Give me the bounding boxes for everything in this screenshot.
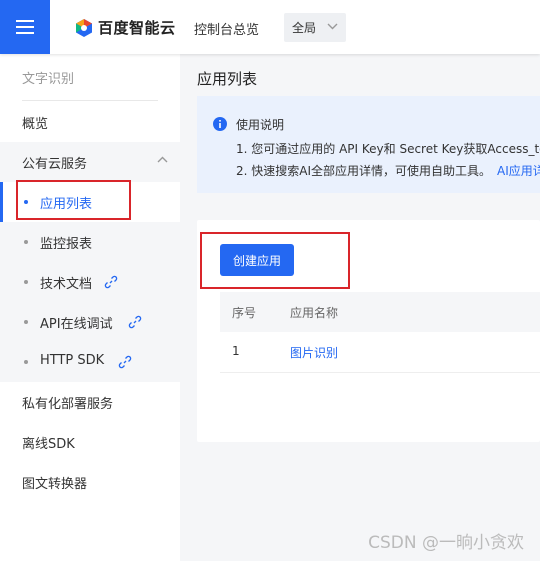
bullet-icon <box>24 280 28 284</box>
notice-line: 2. 快速搜索AI全部应用详情，可使用自助工具。 AI应用详 <box>236 162 540 179</box>
info-icon <box>213 117 227 131</box>
sidebar-item-private-deploy[interactable]: 私有化部署服务 <box>0 382 180 422</box>
sidebar-item-monitoring[interactable]: 监控报表 <box>0 222 180 262</box>
table-cell-index: 1 <box>232 344 240 358</box>
brand-name: 百度智能云 <box>98 19 176 37</box>
sidebar-item-converter[interactable]: 图文转换器 <box>0 462 180 502</box>
bullet-icon <box>24 320 28 324</box>
notice-line-text: 2. 快速搜索AI全部应用详情，可使用自助工具。 <box>236 164 492 178</box>
brand-logo[interactable]: 百度智能云 <box>74 17 176 38</box>
sidebar-item-label: 监控报表 <box>40 237 93 252</box>
sidebar-item-label: 技术文档 <box>40 277 93 292</box>
console-overview-link[interactable]: 控制台总览 <box>194 19 259 38</box>
sidebar-item-label: 图文转换器 <box>22 477 88 492</box>
bullet-icon <box>24 360 28 364</box>
sidebar-title: 文字识别 <box>22 72 75 87</box>
sidebar-item-offline-sdk[interactable]: 离线SDK <box>0 422 180 462</box>
sidebar-item-label: 私有化部署服务 <box>22 397 114 412</box>
notice-title: 使用说明 <box>236 118 285 132</box>
sidebar-item-label: 公有云服务 <box>22 157 88 172</box>
chevron-down-icon <box>327 23 338 30</box>
highlight-box-create-app <box>200 232 350 289</box>
main-content: 应用列表 使用说明 1. 您可通过应用的 API Key和 Secret Key… <box>180 54 540 561</box>
sidebar-item-http-sdk[interactable]: HTTP SDK <box>0 342 180 382</box>
page-title: 应用列表 <box>197 70 258 88</box>
chevron-up-icon <box>157 156 168 163</box>
sidebar: 文字识别 概览 公有云服务 应用列表 监控报表 技术文档 API在线调试 HTT… <box>0 54 180 561</box>
ai-app-details-link[interactable]: AI应用详 <box>497 164 540 178</box>
table-header: 序号 应用名称 <box>220 292 540 332</box>
region-select[interactable]: 全局 <box>284 13 346 42</box>
notice-line: 1. 您可通过应用的 API Key和 Secret Key获取Access_t… <box>236 142 540 156</box>
sidebar-item-tech-docs[interactable]: 技术文档 <box>0 262 180 302</box>
csdn-watermark: CSDN @一晌小贪欢 <box>368 533 524 553</box>
sidebar-item-public-cloud[interactable]: 公有云服务 <box>0 142 180 182</box>
highlight-box-app-list <box>16 180 131 220</box>
sidebar-item-label: 离线SDK <box>22 437 75 452</box>
external-link-icon <box>118 355 132 369</box>
sidebar-divider <box>22 100 158 101</box>
app-list-panel: 创建应用 序号 应用名称 1 图片识别 <box>197 220 540 442</box>
top-bar: 百度智能云 控制台总览 全局 <box>0 0 540 54</box>
table-row: 1 图片识别 <box>220 332 540 373</box>
region-select-value: 全局 <box>292 21 317 35</box>
column-header-app-name: 应用名称 <box>290 306 339 320</box>
sidebar-item-overview[interactable]: 概览 <box>0 102 180 142</box>
hamburger-icon <box>16 20 34 34</box>
bullet-icon <box>24 240 28 244</box>
sidebar-item-label: API在线调试 <box>40 317 113 332</box>
active-indicator <box>0 182 3 222</box>
sidebar-item-label: 概览 <box>22 117 49 132</box>
external-link-icon <box>104 275 118 289</box>
table-cell-app-name-link[interactable]: 图片识别 <box>290 344 338 361</box>
menu-button[interactable] <box>0 0 50 54</box>
usage-notice: 使用说明 1. 您可通过应用的 API Key和 Secret Key获取Acc… <box>197 96 540 193</box>
sidebar-item-api-debug[interactable]: API在线调试 <box>0 302 180 342</box>
external-link-icon <box>128 315 142 329</box>
baidu-cloud-logo-icon <box>76 18 92 37</box>
column-header-index: 序号 <box>232 306 257 320</box>
sidebar-group-public-cloud: 公有云服务 应用列表 监控报表 技术文档 API在线调试 HTTP SDK <box>0 142 180 382</box>
sidebar-item-label: HTTP SDK <box>40 353 105 368</box>
